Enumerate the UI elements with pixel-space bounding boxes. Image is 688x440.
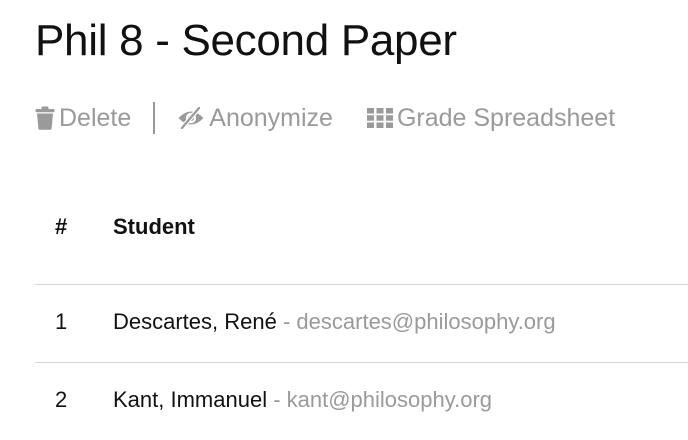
delete-button[interactable]: Delete <box>35 104 131 133</box>
table-row[interactable]: 1 Descartes, René - descartes@philosophy… <box>35 285 688 363</box>
toolbar-divider <box>153 102 156 134</box>
student-email: kant@philosophy.org <box>286 387 493 412</box>
students-table: # Student 1 Descartes, René - descartes@… <box>35 190 688 440</box>
student-separator: - <box>267 387 287 412</box>
trash-icon <box>35 106 55 130</box>
table-header: # Student <box>35 190 688 285</box>
row-number: 2 <box>55 387 68 412</box>
column-header-number: # <box>55 214 68 239</box>
grid-icon <box>366 108 393 128</box>
row-number: 1 <box>55 309 68 334</box>
grade-spreadsheet-label: Grade Spreadsheet <box>396 103 616 132</box>
anonymize-label: Anonymize <box>209 103 333 132</box>
toolbar: Delete Anonymize Grade Spreadsheet <box>35 100 615 136</box>
student-name[interactable]: Descartes, René <box>113 309 277 334</box>
anonymize-button[interactable]: Anonymize <box>177 104 333 133</box>
student-separator: - <box>276 309 297 334</box>
student-email: descartes@philosophy.org <box>296 309 556 334</box>
student-cell: Kant, Immanuel - kant@philosophy.org <box>113 387 492 413</box>
student-cell: Descartes, René - descartes@philosophy.o… <box>113 309 556 335</box>
column-header-student: Student <box>113 214 195 239</box>
page-title: Phil 8 - Second Paper <box>35 16 457 65</box>
delete-label: Delete <box>59 103 132 132</box>
table-row[interactable]: 2 Kant, Immanuel - kant@philosophy.org <box>35 363 688 440</box>
grade-spreadsheet-button[interactable]: Grade Spreadsheet <box>366 103 616 133</box>
student-name[interactable]: Kant, Immanuel <box>113 387 267 412</box>
eye-slash-icon <box>177 107 205 129</box>
